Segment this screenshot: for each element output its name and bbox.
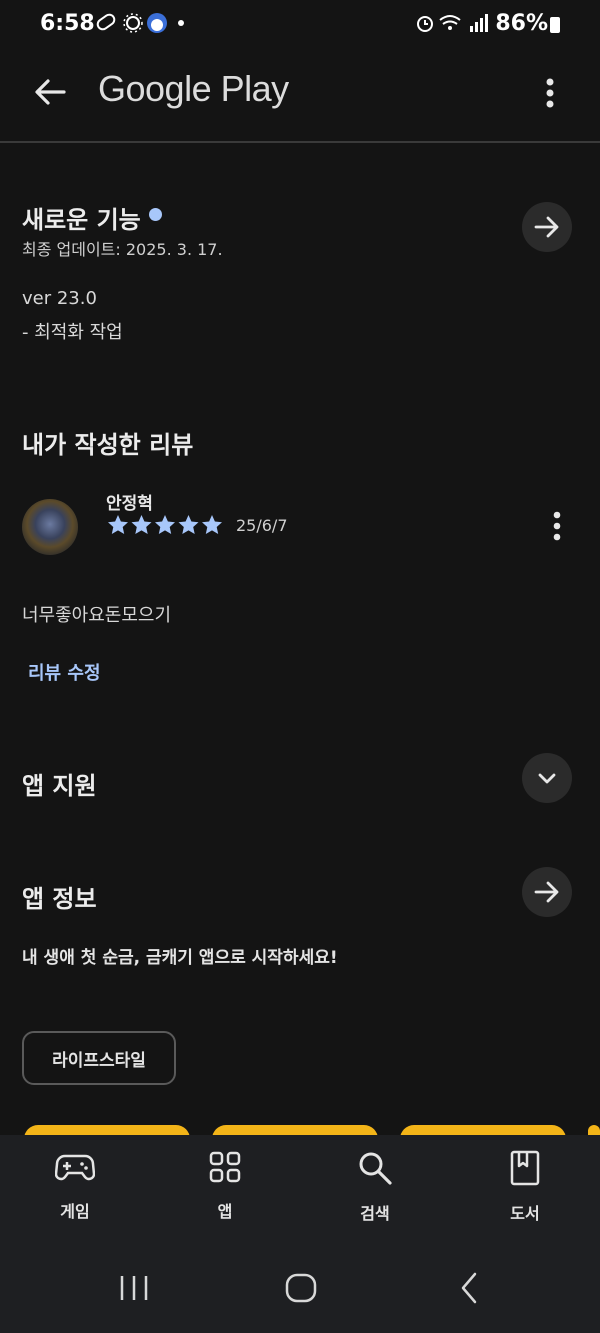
recent-apps-button[interactable] bbox=[117, 1273, 151, 1303]
arrow-right-icon bbox=[534, 216, 559, 238]
chevron-down-icon bbox=[538, 773, 556, 784]
nav-label-apps: 앱 bbox=[217, 1202, 233, 1221]
back-button[interactable] bbox=[30, 72, 70, 112]
star-icons bbox=[108, 515, 222, 534]
more-vert-icon bbox=[546, 78, 554, 108]
alarm-wifi-signal-icons bbox=[417, 14, 488, 32]
version-text: ver 23.0 bbox=[22, 288, 97, 309]
system-icons bbox=[416, 12, 488, 39]
nav-item-books[interactable]: 도서 bbox=[475, 1150, 575, 1224]
search-icon bbox=[359, 1152, 392, 1185]
more-vert-icon bbox=[553, 511, 561, 541]
rating-stars bbox=[106, 513, 226, 541]
recent-apps-icon bbox=[120, 1276, 148, 1300]
review-date: 25/6/7 bbox=[236, 516, 288, 535]
last-updated: 최종 업데이트: 2025. 3. 17. bbox=[22, 240, 223, 259]
app-info-arrow-button[interactable] bbox=[522, 867, 572, 917]
my-review-title: 내가 작성한 리뷰 bbox=[22, 431, 194, 459]
arrow-left-icon bbox=[35, 79, 66, 105]
nav-label-search: 검색 bbox=[360, 1204, 390, 1223]
nav-item-games[interactable]: 게임 bbox=[25, 1150, 125, 1222]
notification-icons bbox=[95, 11, 185, 40]
nav-label-games: 게임 bbox=[60, 1202, 90, 1221]
review-more-button[interactable] bbox=[544, 508, 570, 546]
app-support-title[interactable]: 앱 지원 bbox=[22, 766, 97, 801]
status-bar: 6:58 86% bbox=[0, 0, 600, 52]
app-info-title: 앱 정보 bbox=[22, 885, 97, 913]
home-icon bbox=[285, 1273, 317, 1303]
avatar bbox=[22, 499, 78, 555]
app-title: Google Play bbox=[98, 68, 289, 109]
status-time: 6:58 bbox=[40, 11, 95, 36]
battery-icon bbox=[550, 17, 560, 33]
app-support-expand-button[interactable] bbox=[522, 753, 572, 803]
notification-icon-row bbox=[96, 13, 184, 33]
arrow-right-icon bbox=[534, 881, 559, 903]
nav-item-search[interactable]: 검색 bbox=[325, 1150, 425, 1224]
whats-new-arrow-button[interactable] bbox=[522, 202, 572, 252]
chevron-left-icon bbox=[461, 1272, 477, 1304]
system-back-button[interactable] bbox=[456, 1272, 482, 1304]
edit-review-link[interactable]: 리뷰 수정 bbox=[28, 659, 101, 685]
nav-item-apps[interactable]: 앱 bbox=[175, 1150, 275, 1222]
whats-new-title: 새로운 기능 bbox=[22, 206, 141, 234]
home-button[interactable] bbox=[284, 1272, 318, 1304]
appbar-divider bbox=[0, 141, 600, 143]
new-indicator-dot bbox=[149, 208, 162, 221]
review-author: 안정혁 bbox=[106, 494, 153, 514]
nav-label-books: 도서 bbox=[510, 1204, 540, 1223]
apps-grid-icon bbox=[209, 1151, 241, 1183]
gamepad-icon bbox=[54, 1154, 96, 1181]
review-text: 너무좋아요돈모으기 bbox=[22, 605, 172, 626]
more-options-button[interactable] bbox=[536, 74, 564, 114]
app-description: 내 생애 첫 순금, 금캐기 앱으로 시작하세요! bbox=[22, 948, 338, 968]
category-chip[interactable]: 라이프스타일 bbox=[22, 1031, 176, 1085]
book-icon bbox=[510, 1150, 540, 1186]
battery-percent: 86% bbox=[495, 11, 548, 36]
release-note: - 최적화 작업 bbox=[22, 322, 123, 343]
